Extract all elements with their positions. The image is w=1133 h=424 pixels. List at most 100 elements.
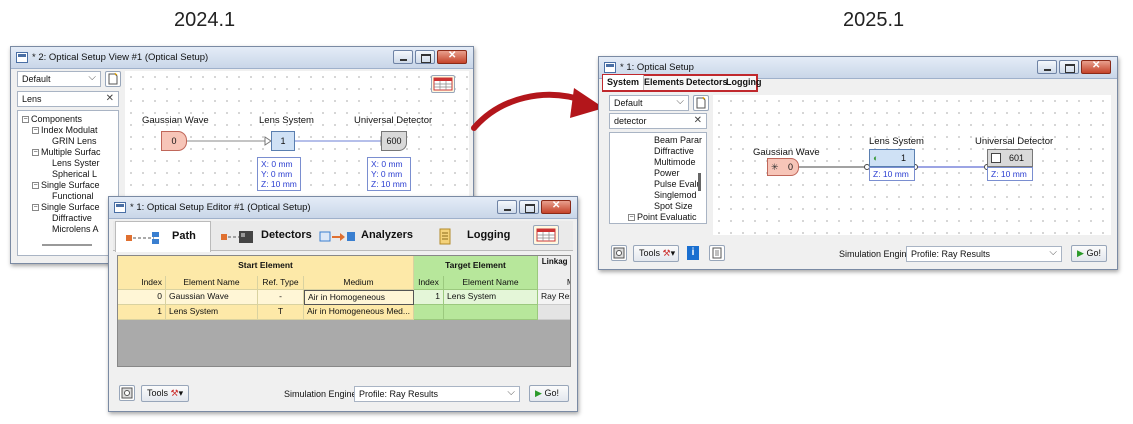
component-search-input[interactable]: Lens ✕ — [17, 91, 119, 107]
tree-item[interactable]: − Index Modulat — [32, 125, 98, 135]
close-button[interactable] — [541, 200, 571, 214]
detector-node[interactable]: 600 — [381, 131, 407, 151]
preset-select[interactable]: Default — [609, 95, 689, 111]
table-cell[interactable]: Lens System — [166, 305, 258, 320]
engine-value: Profile: Ray Results — [911, 249, 991, 259]
table-cell[interactable]: Ray Resu — [538, 290, 570, 305]
maximize-button[interactable] — [519, 200, 539, 214]
tools-button[interactable]: Tools ⚒▾ — [141, 385, 189, 402]
title-bar: * 1: Optical Setup Editor #1 (Optical Se… — [109, 197, 577, 219]
tree-item[interactable]: Diffractive — [654, 146, 694, 156]
tab-logging[interactable]: Logging — [425, 223, 525, 251]
tree-item[interactable]: − Single Surface — [32, 202, 100, 212]
tab-strip: System Elements Detectors Logging — [602, 74, 762, 92]
component-search-input[interactable]: detector ✕ — [609, 113, 707, 129]
connection-lines — [187, 136, 388, 146]
table-cell[interactable]: Gaussian Wave — [166, 290, 258, 305]
tree-item[interactable]: Singlemod — [654, 190, 697, 200]
source-node[interactable]: 0 — [161, 131, 187, 151]
window-title: * 1: Optical Setup Editor #1 (Optical Se… — [130, 202, 311, 213]
tree-item[interactable]: Microlens A — [52, 224, 99, 234]
tools-button[interactable]: Tools ⚒▾ — [633, 245, 679, 262]
minimize-button[interactable] — [497, 200, 517, 214]
table-cell[interactable]: Lens System — [444, 290, 538, 305]
preset-select[interactable]: Default — [17, 71, 101, 87]
tree-item[interactable]: − Components — [22, 114, 82, 124]
source-node[interactable]: ✳ 0 — [767, 158, 799, 176]
tab-system[interactable]: System — [603, 75, 645, 90]
tab-path[interactable]: Path — [115, 221, 211, 252]
tab-analyzers[interactable]: Analyzers — [313, 223, 421, 251]
tree-item[interactable]: Spherical L — [52, 169, 97, 179]
column-header: Index — [414, 276, 444, 290]
go-button[interactable]: ▶ Go! — [1071, 245, 1107, 262]
table-cell[interactable] — [444, 305, 538, 320]
tree-item[interactable]: − Single Surface — [32, 180, 100, 190]
go-button[interactable]: ▶ Go! — [529, 385, 569, 402]
table-cell[interactable]: T — [258, 305, 304, 320]
chevron-down-icon: ▾ — [178, 388, 184, 398]
report-icon[interactable] — [709, 245, 725, 261]
tree-item[interactable]: Lens Syster — [52, 158, 100, 168]
preset-value: Default — [22, 74, 51, 84]
column-header: M — [538, 276, 570, 290]
settings-icon[interactable] — [119, 385, 135, 401]
maximize-button[interactable] — [1059, 60, 1079, 74]
tree-item[interactable]: Multimode — [654, 157, 696, 167]
tab-detectors[interactable]: Detectors — [686, 77, 728, 87]
tab-detectors[interactable]: Detectors — [213, 223, 312, 251]
detector-name: Universal Detector — [354, 115, 433, 126]
simulation-engine-select[interactable]: Profile: Ray Results — [906, 246, 1062, 262]
tree-item[interactable]: − Multiple Surfac — [32, 147, 101, 157]
tree-item[interactable]: GRIN Lens — [52, 136, 97, 146]
minimize-button[interactable] — [393, 50, 413, 64]
simulation-engine-select[interactable]: Profile: Ray Results — [354, 386, 520, 402]
table-cell[interactable] — [538, 305, 570, 320]
close-button[interactable] — [437, 50, 467, 64]
table-cell[interactable] — [414, 305, 444, 320]
maximize-button[interactable] — [415, 50, 435, 64]
tab-elements[interactable]: Elements — [644, 77, 684, 87]
table-view-icon[interactable] — [533, 225, 559, 245]
scrollbar[interactable] — [698, 173, 701, 191]
search-text: Lens — [22, 94, 42, 104]
detector-coordinates: X: 0 mm Y: 0 mm Z: 10 mm — [367, 157, 411, 191]
engine-value: Profile: Ray Results — [359, 389, 439, 399]
table-cell[interactable]: Air in Homogeneous Med... — [304, 305, 414, 320]
tree-item[interactable]: Diffractive — [52, 213, 92, 223]
detector-node[interactable]: 601 — [987, 149, 1033, 167]
tab-analyzers-label: Analyzers — [361, 229, 413, 241]
clear-search-icon[interactable]: ✕ — [694, 115, 702, 126]
clear-search-icon[interactable]: ✕ — [106, 93, 114, 104]
table-cell[interactable]: 1 — [118, 305, 166, 320]
system-index: 1 — [900, 153, 906, 163]
component-tree: − Components − Index Modulat GRIN Lens − Mu… — [17, 110, 119, 256]
table-cell[interactable]: Air in Homogeneous — [304, 290, 414, 305]
source-index: 0 — [171, 136, 177, 146]
system-coordinates: Z: 10 mm — [869, 167, 915, 181]
table-view-icon[interactable] — [431, 75, 455, 93]
info-icon[interactable]: i — [687, 246, 699, 260]
new-document-icon[interactable] — [105, 71, 121, 87]
tree-item[interactable]: Functional — [52, 191, 94, 201]
window-icon — [16, 52, 28, 63]
settings-icon[interactable] — [611, 245, 627, 261]
table-cell[interactable]: 0 — [118, 290, 166, 305]
tree-item[interactable]: Pulse Evalu — [654, 179, 702, 189]
tree-item[interactable]: − Point Evaluatic — [628, 212, 697, 222]
scrollbar[interactable] — [42, 244, 92, 246]
table-cell[interactable]: - — [258, 290, 304, 305]
close-button[interactable] — [1081, 60, 1111, 74]
target-element-header: Target Element — [414, 256, 538, 276]
table-cell[interactable]: 1 — [414, 290, 444, 305]
minimize-button[interactable] — [1037, 60, 1057, 74]
column-header: Element Name — [444, 276, 538, 290]
tree-item[interactable]: Power — [654, 168, 680, 178]
tree-item[interactable]: Beam Parar — [654, 135, 702, 145]
system-node[interactable]: ◐ 1 — [869, 149, 915, 167]
system-node[interactable]: 1 — [271, 131, 295, 151]
tree-item[interactable]: Spot Size — [654, 201, 693, 211]
new-document-icon[interactable] — [693, 95, 709, 111]
tab-logging[interactable]: Logging — [726, 77, 762, 87]
lens-icon: ◐ — [873, 153, 879, 163]
